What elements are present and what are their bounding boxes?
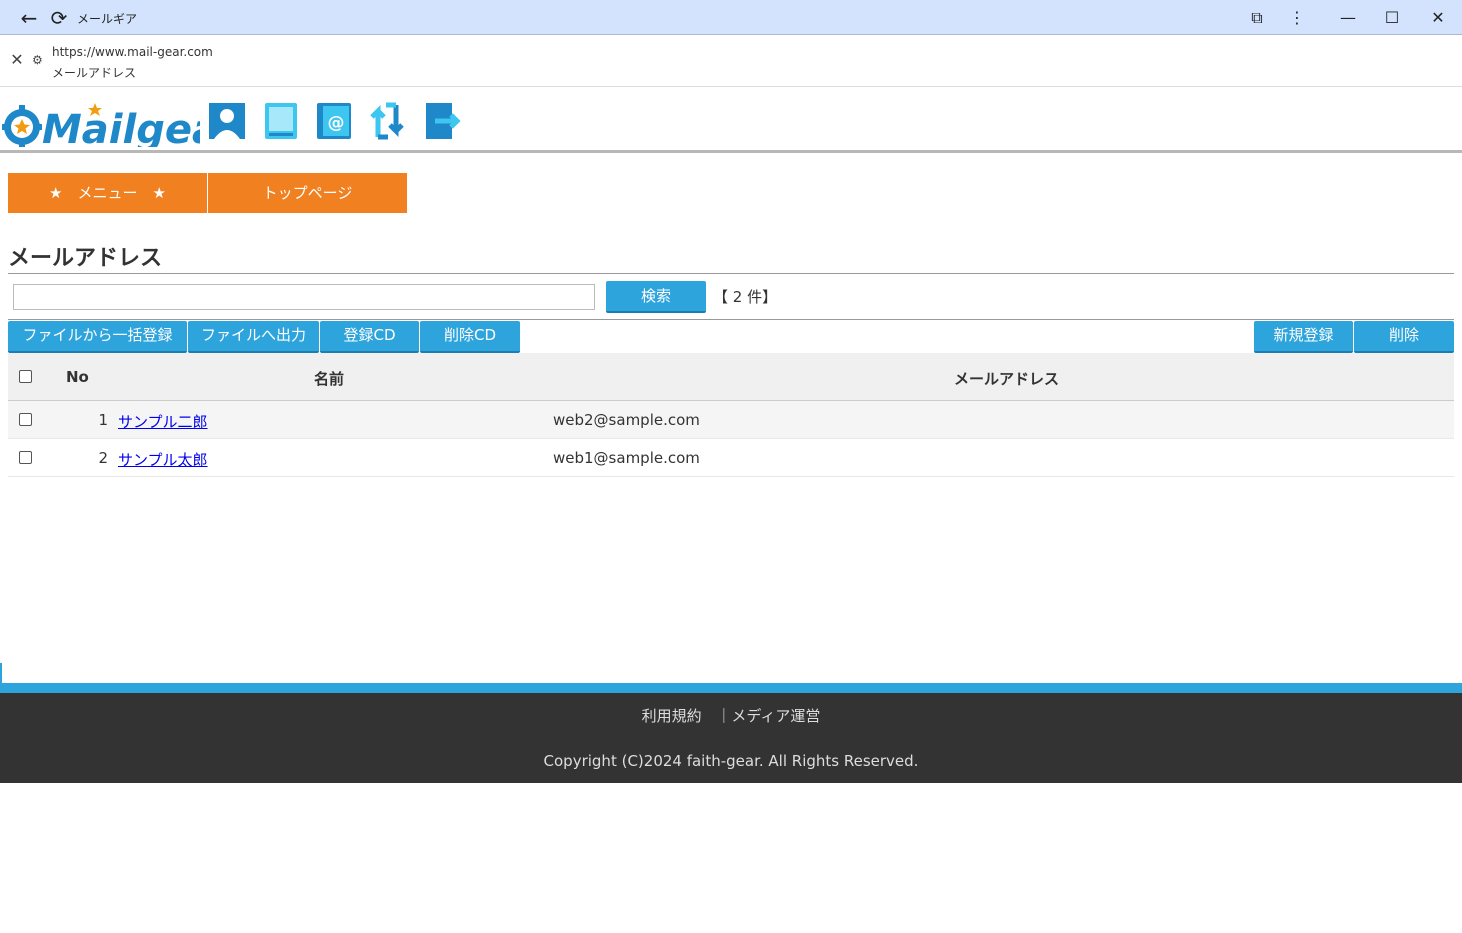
row-no: 1 bbox=[98, 411, 108, 429]
export-button[interactable]: ファイルへ出力 bbox=[188, 321, 319, 353]
footer-separator: ｜ bbox=[716, 707, 732, 725]
address-page-title: メールアドレス bbox=[52, 66, 137, 80]
reload-icon[interactable]: ⟳ bbox=[46, 6, 72, 30]
app-header: Mailgear @ bbox=[0, 87, 1462, 153]
table-row: 2 サンプル太郎 web1@sample.com bbox=[8, 439, 1454, 477]
header-no: No bbox=[66, 368, 89, 386]
new-register-button[interactable]: 新規登録 bbox=[1254, 321, 1353, 353]
footer-links: 利用規約 ｜メディア運営 bbox=[0, 705, 1462, 726]
window-title: メールギア bbox=[77, 12, 138, 26]
row-checkbox[interactable] bbox=[19, 413, 32, 426]
menu-button[interactable]: ★ メニュー ★ bbox=[8, 173, 207, 213]
maximize-icon[interactable]: ☐ bbox=[1380, 6, 1404, 30]
header-email: メールアドレス bbox=[954, 370, 1060, 388]
close-window-icon[interactable]: ✕ bbox=[1426, 6, 1450, 30]
divider bbox=[8, 319, 1454, 320]
url-text: https://www.mail-gear.com bbox=[52, 45, 213, 59]
svg-text:@: @ bbox=[328, 113, 345, 133]
top-page-button[interactable]: トップページ bbox=[208, 173, 407, 213]
minimize-icon[interactable]: — bbox=[1336, 6, 1360, 30]
media-link[interactable]: メディア運営 bbox=[731, 707, 820, 725]
table-header: No 名前 メールアドレス bbox=[8, 353, 1454, 401]
header-name: 名前 bbox=[314, 370, 345, 388]
row-checkbox[interactable] bbox=[19, 451, 32, 464]
back-arrow-icon[interactable]: ← bbox=[16, 6, 42, 30]
extensions-icon[interactable]: ⧉ bbox=[1245, 6, 1269, 30]
user-icon[interactable] bbox=[208, 101, 246, 141]
logout-icon[interactable] bbox=[423, 101, 461, 141]
left-edge-accent bbox=[0, 663, 2, 683]
table-row: 1 サンプル二郎 web2@sample.com bbox=[8, 401, 1454, 439]
more-menu-icon[interactable]: ⋮ bbox=[1285, 6, 1309, 30]
mailgear-logo[interactable]: Mailgear bbox=[0, 95, 200, 147]
address-area: ✕ ⚙ https://www.mail-gear.com メールアドレス bbox=[0, 35, 1462, 87]
page-title: メールアドレス bbox=[8, 246, 163, 271]
site-info-icon[interactable]: ⚙ bbox=[32, 53, 48, 69]
delete-cd-button[interactable]: 削除CD bbox=[420, 321, 520, 353]
footer: 利用規約 ｜メディア運営 Copyright (C)2024 faith-gea… bbox=[0, 693, 1462, 783]
row-name-link[interactable]: サンプル二郎 bbox=[118, 411, 208, 432]
menu-bar: ★ メニュー ★ トップページ bbox=[8, 173, 408, 213]
row-no: 2 bbox=[98, 449, 108, 467]
search-input[interactable] bbox=[13, 284, 595, 310]
close-icon[interactable]: ✕ bbox=[8, 51, 26, 69]
result-count: 【 2 件】 bbox=[713, 288, 778, 306]
copyright: Copyright (C)2024 faith-gear. All Rights… bbox=[543, 752, 919, 770]
book-icon[interactable] bbox=[262, 101, 300, 141]
register-cd-button[interactable]: 登録CD bbox=[320, 321, 419, 353]
select-all-checkbox[interactable] bbox=[19, 370, 32, 383]
divider bbox=[8, 273, 1454, 274]
footer-accent-bar bbox=[0, 683, 1462, 693]
search-button[interactable]: 検索 bbox=[606, 281, 706, 313]
delete-button[interactable]: 削除 bbox=[1354, 321, 1454, 353]
row-email: web1@sample.com bbox=[553, 449, 700, 467]
address-book-icon[interactable]: @ bbox=[315, 101, 353, 141]
logo-text: Mailgear bbox=[42, 107, 200, 147]
window-titlebar: ← ⟳ メールギア ⧉ ⋮ — ☐ ✕ bbox=[0, 0, 1462, 35]
sync-icon[interactable] bbox=[368, 101, 406, 141]
terms-link[interactable]: 利用規約 bbox=[642, 707, 702, 725]
row-name-link[interactable]: サンプル太郎 bbox=[118, 449, 208, 470]
bulk-import-button[interactable]: ファイルから一括登録 bbox=[8, 321, 187, 353]
row-email: web2@sample.com bbox=[553, 411, 700, 429]
